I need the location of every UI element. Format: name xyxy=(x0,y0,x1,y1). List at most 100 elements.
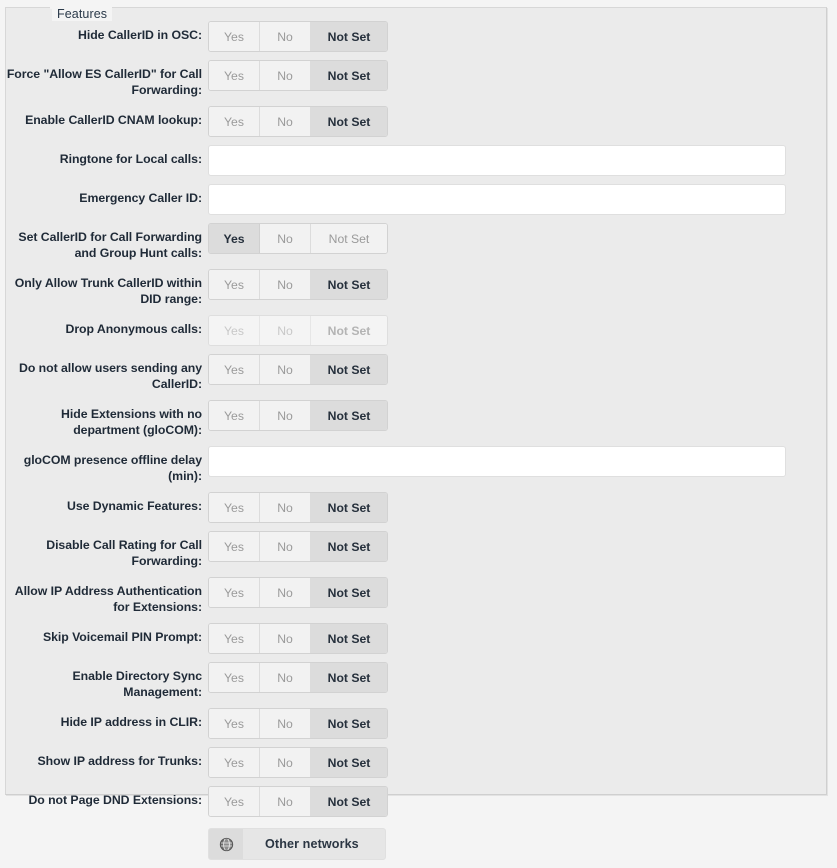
toggle-option-yes[interactable]: Yes xyxy=(209,224,260,253)
field-label-do-not-allow-users-sending-any-callerid: Do not allow users sending any CallerID: xyxy=(19,361,202,391)
field-control: Yes No Not Set xyxy=(208,60,828,91)
toggle-group-disable-call-rating-for-call-forwarding[interactable]: Yes No Not Set xyxy=(208,531,388,562)
field-control: Yes No Not Set xyxy=(208,315,828,346)
toggle-option-not-set[interactable]: Not Set xyxy=(311,355,387,384)
toggle-option-yes[interactable]: Yes xyxy=(209,748,260,777)
toggle-group-enable-callerid-cnam-lookup[interactable]: Yes No Not Set xyxy=(208,106,388,137)
toggle-group-hide-ip-address-in-clir[interactable]: Yes No Not Set xyxy=(208,708,388,739)
form-row: Do not allow users sending any CallerID:… xyxy=(6,354,828,392)
field-label-do-not-page-dnd-extensions: Do not Page DND Extensions: xyxy=(28,793,202,807)
toggle-group-enable-directory-sync-management[interactable]: Yes No Not Set xyxy=(208,662,388,693)
toggle-option-not-set[interactable]: Not Set xyxy=(311,224,387,253)
field-label-emergency-caller-id: Emergency Caller ID: xyxy=(79,191,202,205)
form-row: Emergency Caller ID: xyxy=(6,184,828,215)
toggle-option-not-set[interactable]: Not Set xyxy=(311,709,387,738)
form-row: Disable Call Rating for Call Forwarding:… xyxy=(6,531,828,569)
toggle-option-not-set[interactable]: Not Set xyxy=(311,493,387,522)
toggle-option-not-set[interactable]: Not Set xyxy=(311,578,387,607)
toggle-option-no[interactable]: No xyxy=(260,401,311,430)
toggle-option-yes[interactable]: Yes xyxy=(209,22,260,51)
toggle-group-drop-anonymous-calls[interactable]: Yes No Not Set xyxy=(208,315,388,346)
toggle-option-not-set[interactable]: Not Set xyxy=(311,270,387,299)
toggle-group-allow-ip-address-authentication-for-extensions[interactable]: Yes No Not Set xyxy=(208,577,388,608)
toggle-option-not-set[interactable]: Not Set xyxy=(311,748,387,777)
field-label-disable-call-rating-for-call-forwarding: Disable Call Rating for Call Forwarding: xyxy=(46,538,202,568)
toggle-option-no[interactable]: No xyxy=(260,578,311,607)
field-control: Yes No Not Set xyxy=(208,106,828,137)
toggle-option-not-set[interactable]: Not Set xyxy=(311,663,387,692)
toggle-option-yes[interactable]: Yes xyxy=(209,663,260,692)
toggle-option-yes[interactable]: Yes xyxy=(209,532,260,561)
toggle-group-do-not-allow-users-sending-any-callerid[interactable]: Yes No Not Set xyxy=(208,354,388,385)
toggle-option-no[interactable]: No xyxy=(260,493,311,522)
form-row: Set CallerID for Call Forwarding and Gro… xyxy=(6,223,828,261)
actions-control: Other networks xyxy=(208,828,828,860)
form-row: Drop Anonymous calls: Yes No Not Set xyxy=(6,315,828,346)
toggle-option-yes[interactable]: Yes xyxy=(209,709,260,738)
actions-label-spacer xyxy=(6,828,208,835)
field-label-hide-extensions-with-no-department-glocom: Hide Extensions with no department (gloC… xyxy=(61,407,202,437)
features-panel: Features Hide CallerID in OSC: Yes No Not S… xyxy=(5,7,828,860)
toggle-option-yes[interactable]: Yes xyxy=(209,493,260,522)
form-row: Hide Extensions with no department (gloC… xyxy=(6,400,828,438)
form-row: Hide CallerID in OSC: Yes No Not Set xyxy=(6,21,828,52)
form-row: Ringtone for Local calls: xyxy=(6,145,828,176)
toggle-group-set-callerid-for-call-forwarding-and-group-hunt-call[interactable]: Yes No Not Set xyxy=(208,223,388,254)
toggle-option-no[interactable]: No xyxy=(260,270,311,299)
field-label-only-allow-trunk-callerid-within-did-range: Only Allow Trunk CallerID within DID ran… xyxy=(14,276,202,306)
text-input-emergency-caller-id[interactable] xyxy=(208,184,786,215)
toggle-option-no[interactable]: No xyxy=(260,624,311,653)
toggle-option-no[interactable]: No xyxy=(260,787,311,816)
actions-row: Other networks xyxy=(6,828,828,860)
toggle-option-no[interactable]: No xyxy=(260,107,311,136)
toggle-option-not-set[interactable]: Not Set xyxy=(311,22,387,51)
toggle-option-not-set[interactable]: Not Set xyxy=(311,624,387,653)
field-control: Yes No Not Set xyxy=(208,786,828,817)
toggle-option-no[interactable]: No xyxy=(260,355,311,384)
toggle-option-not-set[interactable]: Not Set xyxy=(311,107,387,136)
toggle-option-yes[interactable]: Yes xyxy=(209,401,260,430)
toggle-option-no[interactable]: No xyxy=(260,663,311,692)
toggle-option-no[interactable]: No xyxy=(260,22,311,51)
form-row: gloCOM presence offline delay (min): xyxy=(6,446,828,484)
toggle-group-do-not-page-dnd-extensions[interactable]: Yes No Not Set xyxy=(208,786,388,817)
toggle-option-yes[interactable]: Yes xyxy=(209,787,260,816)
toggle-option-yes[interactable]: Yes xyxy=(209,61,260,90)
field-control: Yes No Not Set xyxy=(208,400,828,431)
globe-icon xyxy=(209,829,243,859)
field-label-ringtone-for-local-calls: Ringtone for Local calls: xyxy=(59,152,202,166)
toggle-option-not-set[interactable]: Not Set xyxy=(311,61,387,90)
toggle-option-yes[interactable]: Yes xyxy=(209,355,260,384)
toggle-option-no[interactable]: No xyxy=(260,748,311,777)
toggle-group-skip-voicemail-pin-prompt[interactable]: Yes No Not Set xyxy=(208,623,388,654)
toggle-option-yes[interactable]: Yes xyxy=(209,578,260,607)
toggle-option-yes[interactable]: Yes xyxy=(209,270,260,299)
toggle-option-not-set[interactable]: Not Set xyxy=(311,532,387,561)
other-networks-button[interactable]: Other networks xyxy=(208,828,386,860)
text-input-ringtone-for-local-calls[interactable] xyxy=(208,145,786,176)
toggle-option-not-set[interactable]: Not Set xyxy=(311,787,387,816)
text-input-glocom-presence-offline-delay-min[interactable] xyxy=(208,446,786,477)
field-label-show-ip-address-for-trunks: Show IP address for Trunks: xyxy=(37,754,203,768)
toggle-option-not-set: Not Set xyxy=(311,316,387,345)
toggle-group-force-allow-es-callerid-for-call-forwarding[interactable]: Yes No Not Set xyxy=(208,60,388,91)
toggle-group-only-allow-trunk-callerid-within-did-range[interactable]: Yes No Not Set xyxy=(208,269,388,300)
toggle-group-show-ip-address-for-trunks[interactable]: Yes No Not Set xyxy=(208,747,388,778)
toggle-group-hide-extensions-with-no-department-glocom[interactable]: Yes No Not Set xyxy=(208,400,388,431)
toggle-group-use-dynamic-features[interactable]: Yes No Not Set xyxy=(208,492,388,523)
toggle-group-hide-callerid-in-osc[interactable]: Yes No Not Set xyxy=(208,21,388,52)
toggle-option-no[interactable]: No xyxy=(260,709,311,738)
toggle-option-yes[interactable]: Yes xyxy=(209,107,260,136)
toggle-option-no[interactable]: No xyxy=(260,224,311,253)
field-label-enable-callerid-cnam-lookup: Enable CallerID CNAM lookup: xyxy=(25,113,202,127)
field-label-force-allow-es-callerid-for-call-forwarding: Force "Allow ES CallerID" for Call Forwa… xyxy=(6,67,202,97)
field-label-hide-ip-address-in-clir: Hide IP address in CLIR: xyxy=(60,715,202,729)
toggle-option-no[interactable]: No xyxy=(260,532,311,561)
toggle-option-no[interactable]: No xyxy=(260,61,311,90)
form-row: Show IP address for Trunks: Yes No Not Set xyxy=(6,747,828,778)
field-control: Yes No Not Set xyxy=(208,747,828,778)
field-control: Yes No Not Set xyxy=(208,531,828,562)
toggle-option-yes[interactable]: Yes xyxy=(209,624,260,653)
field-label-use-dynamic-features: Use Dynamic Features: xyxy=(67,499,202,513)
toggle-option-not-set[interactable]: Not Set xyxy=(311,401,387,430)
